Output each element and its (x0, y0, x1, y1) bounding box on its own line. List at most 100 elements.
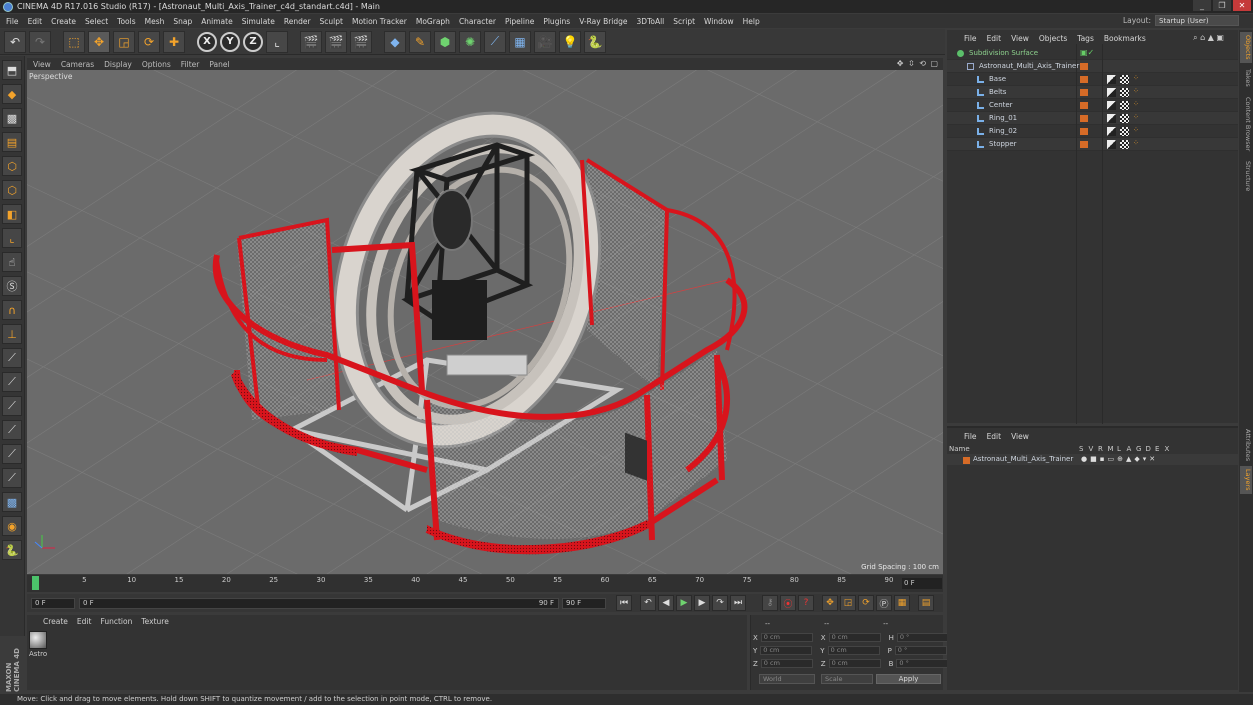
phong-tag-icon[interactable] (1107, 101, 1116, 110)
rotation-p-field[interactable]: 0 ° (894, 646, 947, 655)
object-row[interactable]: Center ⁘ (947, 99, 1238, 112)
coordinate-mode-dropdown[interactable]: Scale (821, 674, 873, 684)
phong-tag-icon[interactable] (1107, 88, 1116, 97)
enabled-check-icon[interactable]: ▣✓ (1080, 48, 1094, 57)
autokey-button[interactable]: ? (798, 595, 814, 611)
move-tool-button[interactable]: ✥ (88, 30, 110, 53)
render-settings-button[interactable]: 🎬 (350, 30, 372, 53)
size-x-field[interactable]: 0 cm (828, 633, 881, 642)
menu-render[interactable]: Render (284, 17, 311, 26)
dock-tab-content-browser[interactable]: Content Browser (1240, 94, 1252, 154)
edges-mode-button[interactable]: ⬡ (2, 180, 22, 200)
layer-color-dot[interactable] (1080, 128, 1088, 135)
menu-mesh[interactable]: Mesh (145, 17, 165, 26)
coordinate-system-button[interactable]: ⌞ (266, 30, 288, 53)
y-axis-lock-button[interactable]: Y (220, 31, 240, 52)
menu-v-ray-bridge[interactable]: V-Ray Bridge (579, 17, 627, 26)
tweak-mode-button[interactable]: ☝ (2, 252, 22, 272)
layer-column-m[interactable]: M (1108, 445, 1114, 453)
points-mode-button[interactable]: ⬡ (2, 156, 22, 176)
material-tag-icon[interactable]: ⁘ (1133, 139, 1139, 147)
perspective-viewport[interactable]: Perspective Grid Spacing : 100 cm (27, 70, 943, 574)
key-pla-button[interactable]: ▦ (894, 595, 910, 611)
close-button[interactable]: ✕ (1233, 0, 1251, 11)
key-rotation-button[interactable]: ⟳ (858, 595, 874, 611)
size-z-field[interactable]: 0 cm (828, 659, 881, 668)
layer-color-dot[interactable] (1080, 115, 1088, 122)
floor-button[interactable]: ▦ (509, 30, 531, 53)
next-key-button[interactable]: ↷ (712, 595, 728, 611)
rotation-h-field[interactable]: 0 ° (896, 633, 949, 642)
render-picture-viewer-button[interactable]: 🎬 (325, 30, 347, 53)
layer-column-d[interactable]: D (1146, 445, 1151, 453)
viewport-nav-icons[interactable]: ✥ ⇳ ⟲ ▢ (897, 59, 939, 68)
sculpt-tool-1[interactable]: ⟋ (2, 348, 22, 368)
python-tool-button[interactable]: 🐍 (2, 540, 22, 560)
timeline-ruler[interactable]: 051015202530354045505560657075808590 0 F (27, 575, 943, 592)
layer-color-dot[interactable] (1080, 141, 1088, 148)
maximize-button[interactable]: ❐ (1213, 0, 1231, 11)
material-tag-icon[interactable]: ⁘ (1133, 74, 1139, 82)
playhead[interactable] (32, 576, 39, 590)
material-menu-edit[interactable]: Edit (77, 617, 92, 626)
texture-tag-icon[interactable] (1120, 114, 1129, 123)
model-mode-button[interactable]: ◆ (2, 84, 22, 104)
texture-tag-icon[interactable] (1120, 140, 1129, 149)
menu-plugins[interactable]: Plugins (543, 17, 570, 26)
layer-color-dot[interactable] (1080, 63, 1088, 70)
layer-column-l[interactable]: L (1117, 445, 1121, 453)
layer-column-name[interactable]: Name (949, 445, 970, 453)
menu-help[interactable]: Help (743, 17, 760, 26)
layer-column-g[interactable]: G (1136, 445, 1141, 453)
snap-button[interactable]: Ⓢ (2, 276, 22, 296)
dock-tab-structure[interactable]: Structure (1240, 158, 1252, 194)
go-to-start-button[interactable]: ⏮ (616, 595, 632, 611)
timeline-menu-button[interactable]: ▤ (918, 595, 934, 611)
material-tag-icon[interactable]: ⁘ (1133, 87, 1139, 95)
z-axis-lock-button[interactable]: Z (243, 31, 263, 52)
position-y-field[interactable]: 0 cm (760, 646, 813, 655)
layer-row[interactable]: Astronaut_Multi_Axis_Trainer ●■▪▭⊕▲◆▾✕ (947, 454, 1238, 465)
menu-script[interactable]: Script (673, 17, 695, 26)
material-tag-icon[interactable]: ⁘ (1133, 126, 1139, 134)
layer-column-r[interactable]: R (1098, 445, 1103, 453)
object-row[interactable]: Ring_01 ⁘ (947, 112, 1238, 125)
go-to-end-button[interactable]: ⏭ (730, 595, 746, 611)
texture-tag-icon[interactable] (1120, 101, 1129, 110)
key-scale-button[interactable]: ◲ (840, 595, 856, 611)
menu-motion-tracker[interactable]: Motion Tracker (352, 17, 407, 26)
size-y-field[interactable]: 0 cm (827, 646, 880, 655)
magnet-button[interactable]: ∩ (2, 300, 22, 320)
object-row[interactable]: Ring_02 ⁘ (947, 125, 1238, 138)
phong-tag-icon[interactable] (1107, 127, 1116, 136)
minimize-button[interactable]: _ (1193, 0, 1211, 11)
axis-mode-button[interactable]: ⌞ (2, 228, 22, 248)
previous-key-button[interactable]: ↶ (640, 595, 656, 611)
texture-tag-icon[interactable] (1120, 88, 1129, 97)
keyframe-selection-button[interactable]: ⚷ (762, 595, 778, 611)
object-row[interactable]: Base ⁘ (947, 73, 1238, 86)
menu-mograph[interactable]: MoGraph (416, 17, 450, 26)
menu-file[interactable]: File (6, 17, 19, 26)
x-axis-lock-button[interactable]: X (197, 31, 217, 52)
redo-button[interactable]: ↷ (29, 30, 51, 53)
dock-tab-layers[interactable]: Layers (1240, 466, 1252, 494)
layout-dropdown[interactable]: Startup (User) (1155, 15, 1239, 26)
make-editable-button[interactable]: ⬒ (2, 60, 22, 80)
end-frame-field[interactable]: 90 F (562, 597, 606, 609)
dock-tab-takes[interactable]: Takes (1240, 66, 1252, 90)
layer-column-e[interactable]: E (1155, 445, 1159, 453)
workplane-mode-button[interactable]: ▤ (2, 132, 22, 152)
layer-column-s[interactable]: S (1079, 445, 1083, 453)
camera-button[interactable]: 🎥 (534, 30, 556, 53)
viewport-menu-display[interactable]: Display (104, 60, 132, 69)
sculpt-tool-5[interactable]: ⟋ (2, 444, 22, 464)
material-tag-icon[interactable]: ⁘ (1133, 100, 1139, 108)
material-tag-icon[interactable]: ⁘ (1133, 113, 1139, 121)
texture-tag-icon[interactable] (1120, 75, 1129, 84)
texture-mode-button[interactable]: ▩ (2, 108, 22, 128)
polygons-mode-button[interactable]: ◧ (2, 204, 22, 224)
menu-animate[interactable]: Animate (201, 17, 232, 26)
phong-tag-icon[interactable] (1107, 75, 1116, 84)
object-menu-view[interactable]: View (1011, 34, 1029, 43)
